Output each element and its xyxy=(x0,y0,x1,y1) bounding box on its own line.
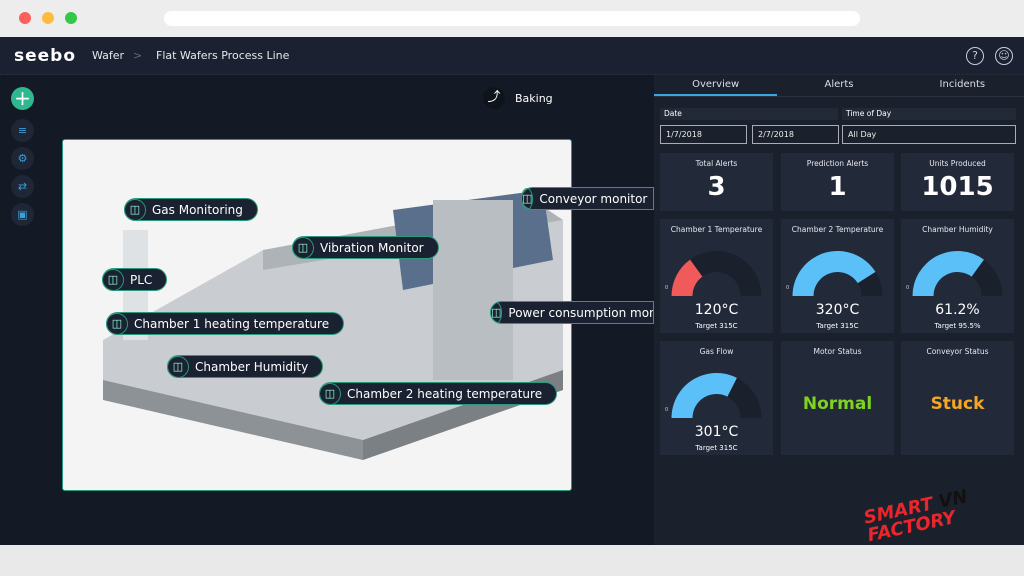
list-icon[interactable]: ≡ xyxy=(11,119,34,142)
hotspot-vibration-monitor[interactable]: ◫ Vibration Monitor xyxy=(292,236,439,259)
kpi-units-produced: Units Produced 1015 xyxy=(901,153,1014,211)
app: seebo Wafer > Flat Wafers Process Line ?… xyxy=(0,37,1024,545)
add-button[interactable]: + xyxy=(11,87,34,110)
motor-status-tile: Motor Status Normal xyxy=(781,341,894,455)
date-from-input[interactable]: 1/7/2018 xyxy=(660,125,747,144)
cube-icon: ◫ xyxy=(106,313,128,335)
breadcrumb-separator: > xyxy=(133,49,142,62)
date-to-input[interactable]: 2/7/2018 xyxy=(752,125,839,144)
gauge-title: Chamber 1 Temperature xyxy=(660,225,773,234)
cube-icon: ◫ xyxy=(292,237,314,259)
cube-icon: ◫ xyxy=(124,199,146,221)
hotspot-label: Chamber Humidity xyxy=(195,360,308,374)
stage-baking[interactable]: ⤴ Baking xyxy=(483,87,553,109)
maximize-dot[interactable] xyxy=(65,12,77,24)
gauge-arc xyxy=(660,238,773,300)
status-title: Motor Status xyxy=(781,347,894,356)
gauge-chamber-humidity: Chamber Humidity 0 61.2% Target 95.5% xyxy=(901,219,1014,333)
kpi-total-alerts: Total Alerts 3 xyxy=(660,153,773,211)
gauge-arc xyxy=(901,238,1014,300)
minimize-dot[interactable] xyxy=(42,12,54,24)
hotspot-label: Power consumption monitor xyxy=(508,306,654,320)
settings-icon[interactable]: ⚙ xyxy=(11,147,34,170)
user-icon[interactable]: ☺ xyxy=(995,47,1013,65)
status-value: Normal xyxy=(781,394,894,414)
cube-icon: ◫ xyxy=(319,383,341,405)
panel-tabs: Overview Alerts Incidents xyxy=(654,75,1024,97)
cube-icon: ◫ xyxy=(102,269,124,291)
kpi-value: 3 xyxy=(660,172,773,202)
date-label: Date xyxy=(660,108,838,120)
hotspot-label: Gas Monitoring xyxy=(152,203,243,217)
gauge-target: Target 95.5% xyxy=(901,322,1014,330)
gauge-chamber1-temp: Chamber 1 Temperature 0 120°C Target 315… xyxy=(660,219,773,333)
cube-icon: ◫ xyxy=(167,356,189,378)
stage-label: Baking xyxy=(515,92,553,105)
gauge-title: Gas Flow xyxy=(660,347,773,356)
kpi-prediction-alerts: Prediction Alerts 1 xyxy=(781,153,894,211)
address-bar[interactable] xyxy=(164,11,860,26)
kpi-value: 1015 xyxy=(901,172,1014,202)
hotspot-chamber-humidity[interactable]: ◫ Chamber Humidity xyxy=(167,355,323,378)
gauge-arc xyxy=(781,238,894,300)
gauge-gas-flow: Gas Flow 0 301°C Target 315C xyxy=(660,341,773,455)
hotspot-conveyor-monitor[interactable]: ◫ Conveyor monitor xyxy=(521,187,654,210)
gauge-chamber2-temp: Chamber 2 Temperature 0 320°C Target 315… xyxy=(781,219,894,333)
gauge-min: 0 xyxy=(786,285,789,291)
breadcrumb-line: Flat Wafers Process Line xyxy=(156,49,289,62)
cube-icon: ◫ xyxy=(521,188,533,210)
gauge-min: 0 xyxy=(665,407,668,413)
window-bottom xyxy=(0,545,1024,576)
arrow-up-icon: ⤴ xyxy=(483,87,505,109)
shuffle-icon[interactable]: ⇄ xyxy=(11,175,34,198)
gauge-fill xyxy=(672,373,737,418)
time-label: Time of Day xyxy=(842,108,1016,120)
browser-chrome xyxy=(0,0,1024,37)
gauge-value: 61.2% xyxy=(901,302,1014,318)
hotspot-label: PLC xyxy=(130,273,152,287)
gauge-value: 320°C xyxy=(781,302,894,318)
help-icon[interactable]: ? xyxy=(966,47,984,65)
gauge-target: Target 315C xyxy=(781,322,894,330)
tab-overview[interactable]: Overview xyxy=(654,75,777,96)
gauge-arc xyxy=(660,360,773,422)
overview-panel: Overview Alerts Incidents Date Time of D… xyxy=(654,75,1024,545)
time-of-day-select[interactable]: All Day xyxy=(842,125,1016,144)
logo[interactable]: seebo xyxy=(14,46,76,66)
gauge-title: Chamber Humidity xyxy=(901,225,1014,234)
hotspot-power-consumption[interactable]: ◫Power consumption monitor xyxy=(490,301,654,324)
kpi-title: Prediction Alerts xyxy=(781,159,894,168)
hotspot-label: Conveyor monitor xyxy=(539,192,647,206)
header: seebo Wafer > Flat Wafers Process Line ?… xyxy=(0,37,1024,75)
gallery-icon[interactable]: ▣ xyxy=(11,203,34,226)
hotspot-label: Chamber 1 heating temperature xyxy=(134,317,329,331)
status-value: Stuck xyxy=(901,394,1014,414)
gauge-target: Target 315C xyxy=(660,322,773,330)
hotspot-chamber2-temp[interactable]: ◫ Chamber 2 heating temperature xyxy=(319,382,557,405)
kpi-value: 1 xyxy=(781,172,894,202)
hotspot-label: Vibration Monitor xyxy=(320,241,424,255)
gauge-fill xyxy=(913,251,984,296)
tab-alerts[interactable]: Alerts xyxy=(777,75,900,96)
gauge-target: Target 315C xyxy=(660,444,773,452)
tab-incidents[interactable]: Incidents xyxy=(901,75,1024,96)
breadcrumb-wafer[interactable]: Wafer xyxy=(92,49,124,62)
gauge-title: Chamber 2 Temperature xyxy=(781,225,894,234)
gauge-value: 120°C xyxy=(660,302,773,318)
hotspot-plc[interactable]: ◫ PLC xyxy=(102,268,167,291)
gauge-value: 301°C xyxy=(660,424,773,440)
hotspot-gas-monitoring[interactable]: ◫ Gas Monitoring xyxy=(124,198,258,221)
gauge-min: 0 xyxy=(665,285,668,291)
conveyor-status-tile: Conveyor Status Stuck xyxy=(901,341,1014,455)
hotspot-label: Chamber 2 heating temperature xyxy=(347,387,542,401)
kpi-title: Total Alerts xyxy=(660,159,773,168)
kpi-title: Units Produced xyxy=(901,159,1014,168)
close-dot[interactable] xyxy=(19,12,31,24)
gauge-min: 0 xyxy=(906,285,909,291)
hotspot-chamber1-temp[interactable]: ◫ Chamber 1 heating temperature xyxy=(106,312,344,335)
status-title: Conveyor Status xyxy=(901,347,1014,356)
